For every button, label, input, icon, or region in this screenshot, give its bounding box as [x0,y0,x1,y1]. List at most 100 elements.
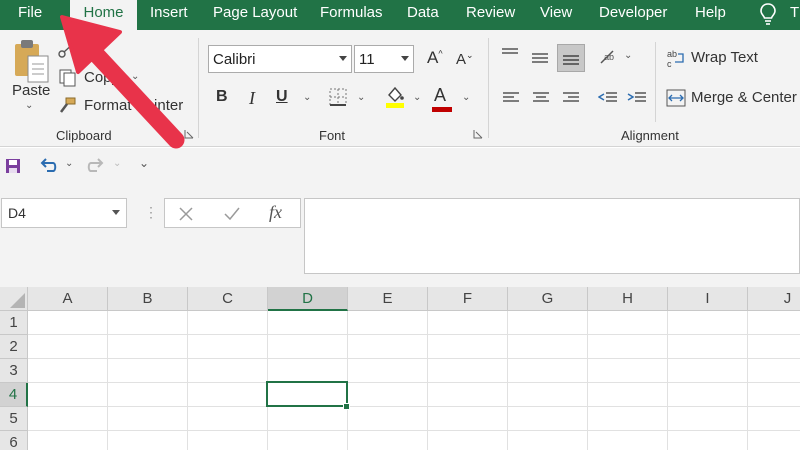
fill-color-icon[interactable] [384,85,406,109]
chevron-down-icon[interactable]: ⌄ [624,50,632,61]
column-header-j[interactable]: J [748,287,800,311]
chevron-down-icon[interactable]: ⌄ [413,92,421,103]
cell-b1[interactable] [108,311,188,335]
customize-qat-icon[interactable]: ⌄ [139,156,149,170]
cell-a6[interactable] [28,431,108,450]
bottom-align-button[interactable] [557,44,585,72]
cell-a3[interactable] [28,359,108,383]
row-header-1[interactable]: 1 [0,311,28,335]
cell-i3[interactable] [668,359,748,383]
redo-icon[interactable] [86,156,106,174]
cell-f5[interactable] [428,407,508,431]
row-header-2[interactable]: 2 [0,335,28,359]
borders-icon[interactable] [329,88,347,106]
column-header-d[interactable]: D [268,287,348,311]
increase-indent-icon[interactable] [627,90,647,106]
active-cell[interactable] [266,381,348,407]
cell-e6[interactable] [348,431,428,450]
cell-a5[interactable] [28,407,108,431]
cell-d2[interactable] [268,335,348,359]
cell-i6[interactable] [668,431,748,450]
chevron-down-icon[interactable]: ⌄ [303,92,311,103]
cell-g1[interactable] [508,311,588,335]
cell-f6[interactable] [428,431,508,450]
cell-j4[interactable] [748,383,800,407]
chevron-down-icon[interactable]: ⌄ [462,92,470,103]
bold-button[interactable]: B [216,88,228,106]
cell-i4[interactable] [668,383,748,407]
name-box[interactable]: D4 [1,198,127,228]
tab-insert[interactable]: Insert [150,0,188,30]
align-center-icon[interactable] [532,90,550,106]
row-header-3[interactable]: 3 [0,359,28,383]
check-icon[interactable] [223,206,241,222]
chevron-down-icon[interactable]: ⌄ [25,100,33,111]
grow-font-button[interactable]: A^ [427,48,443,68]
cell-a2[interactable] [28,335,108,359]
cell-g4[interactable] [508,383,588,407]
lightbulb-icon[interactable] [758,2,778,26]
tab-file[interactable]: File [18,0,42,30]
chevron-down-icon[interactable]: ⌄ [65,158,73,169]
cell-j2[interactable] [748,335,800,359]
cell-e4[interactable] [348,383,428,407]
cell-c1[interactable] [188,311,268,335]
cell-f1[interactable] [428,311,508,335]
cell-h2[interactable] [588,335,668,359]
cell-b3[interactable] [108,359,188,383]
column-header-h[interactable]: H [588,287,668,311]
dialog-launcher-icon[interactable] [184,129,194,139]
column-header-e[interactable]: E [348,287,428,311]
cell-h4[interactable] [588,383,668,407]
tab-page-layout[interactable]: Page Layout [213,0,297,30]
cell-d3[interactable] [268,359,348,383]
top-align-icon[interactable] [500,46,520,62]
cell-h6[interactable] [588,431,668,450]
cell-d1[interactable] [268,311,348,335]
row-header-6[interactable]: 6 [0,431,28,450]
cell-g6[interactable] [508,431,588,450]
cell-e5[interactable] [348,407,428,431]
cell-b5[interactable] [108,407,188,431]
chevron-down-icon[interactable]: ⌄ [131,71,139,82]
cell-c6[interactable] [188,431,268,450]
row-header-5[interactable]: 5 [0,407,28,431]
cell-d5[interactable] [268,407,348,431]
cell-a4[interactable] [28,383,108,407]
cell-e3[interactable] [348,359,428,383]
save-icon[interactable] [5,158,21,174]
column-header-b[interactable]: B [108,287,188,311]
shrink-font-button[interactable]: A⌄ [456,50,474,68]
cell-g3[interactable] [508,359,588,383]
column-header-i[interactable]: I [668,287,748,311]
cell-c2[interactable] [188,335,268,359]
chevron-down-icon[interactable]: ⌄ [357,92,365,103]
formula-input[interactable] [304,198,800,274]
paste-icon[interactable] [12,38,52,84]
align-right-icon[interactable] [562,90,580,106]
more-options-icon[interactable]: ⋮ [144,204,158,221]
align-left-icon[interactable] [502,90,520,106]
middle-align-icon[interactable] [530,50,550,66]
tab-formulas[interactable]: Formulas [320,0,383,30]
cell-j5[interactable] [748,407,800,431]
paste-button[interactable]: Paste [12,82,50,99]
row-header-4[interactable]: 4 [0,383,28,407]
cell-e1[interactable] [348,311,428,335]
decrease-indent-icon[interactable] [598,90,618,106]
cell-i5[interactable] [668,407,748,431]
underline-button[interactable]: U [276,88,288,106]
select-all-button[interactable] [0,287,28,311]
cell-f3[interactable] [428,359,508,383]
undo-icon[interactable] [38,156,58,174]
tab-help[interactable]: Help [695,0,726,30]
close-icon[interactable] [178,206,194,222]
cell-j6[interactable] [748,431,800,450]
tab-review[interactable]: Review [466,0,515,30]
cell-c3[interactable] [188,359,268,383]
cell-b4[interactable] [108,383,188,407]
cell-i1[interactable] [668,311,748,335]
cell-f2[interactable] [428,335,508,359]
cell-j1[interactable] [748,311,800,335]
cell-h5[interactable] [588,407,668,431]
